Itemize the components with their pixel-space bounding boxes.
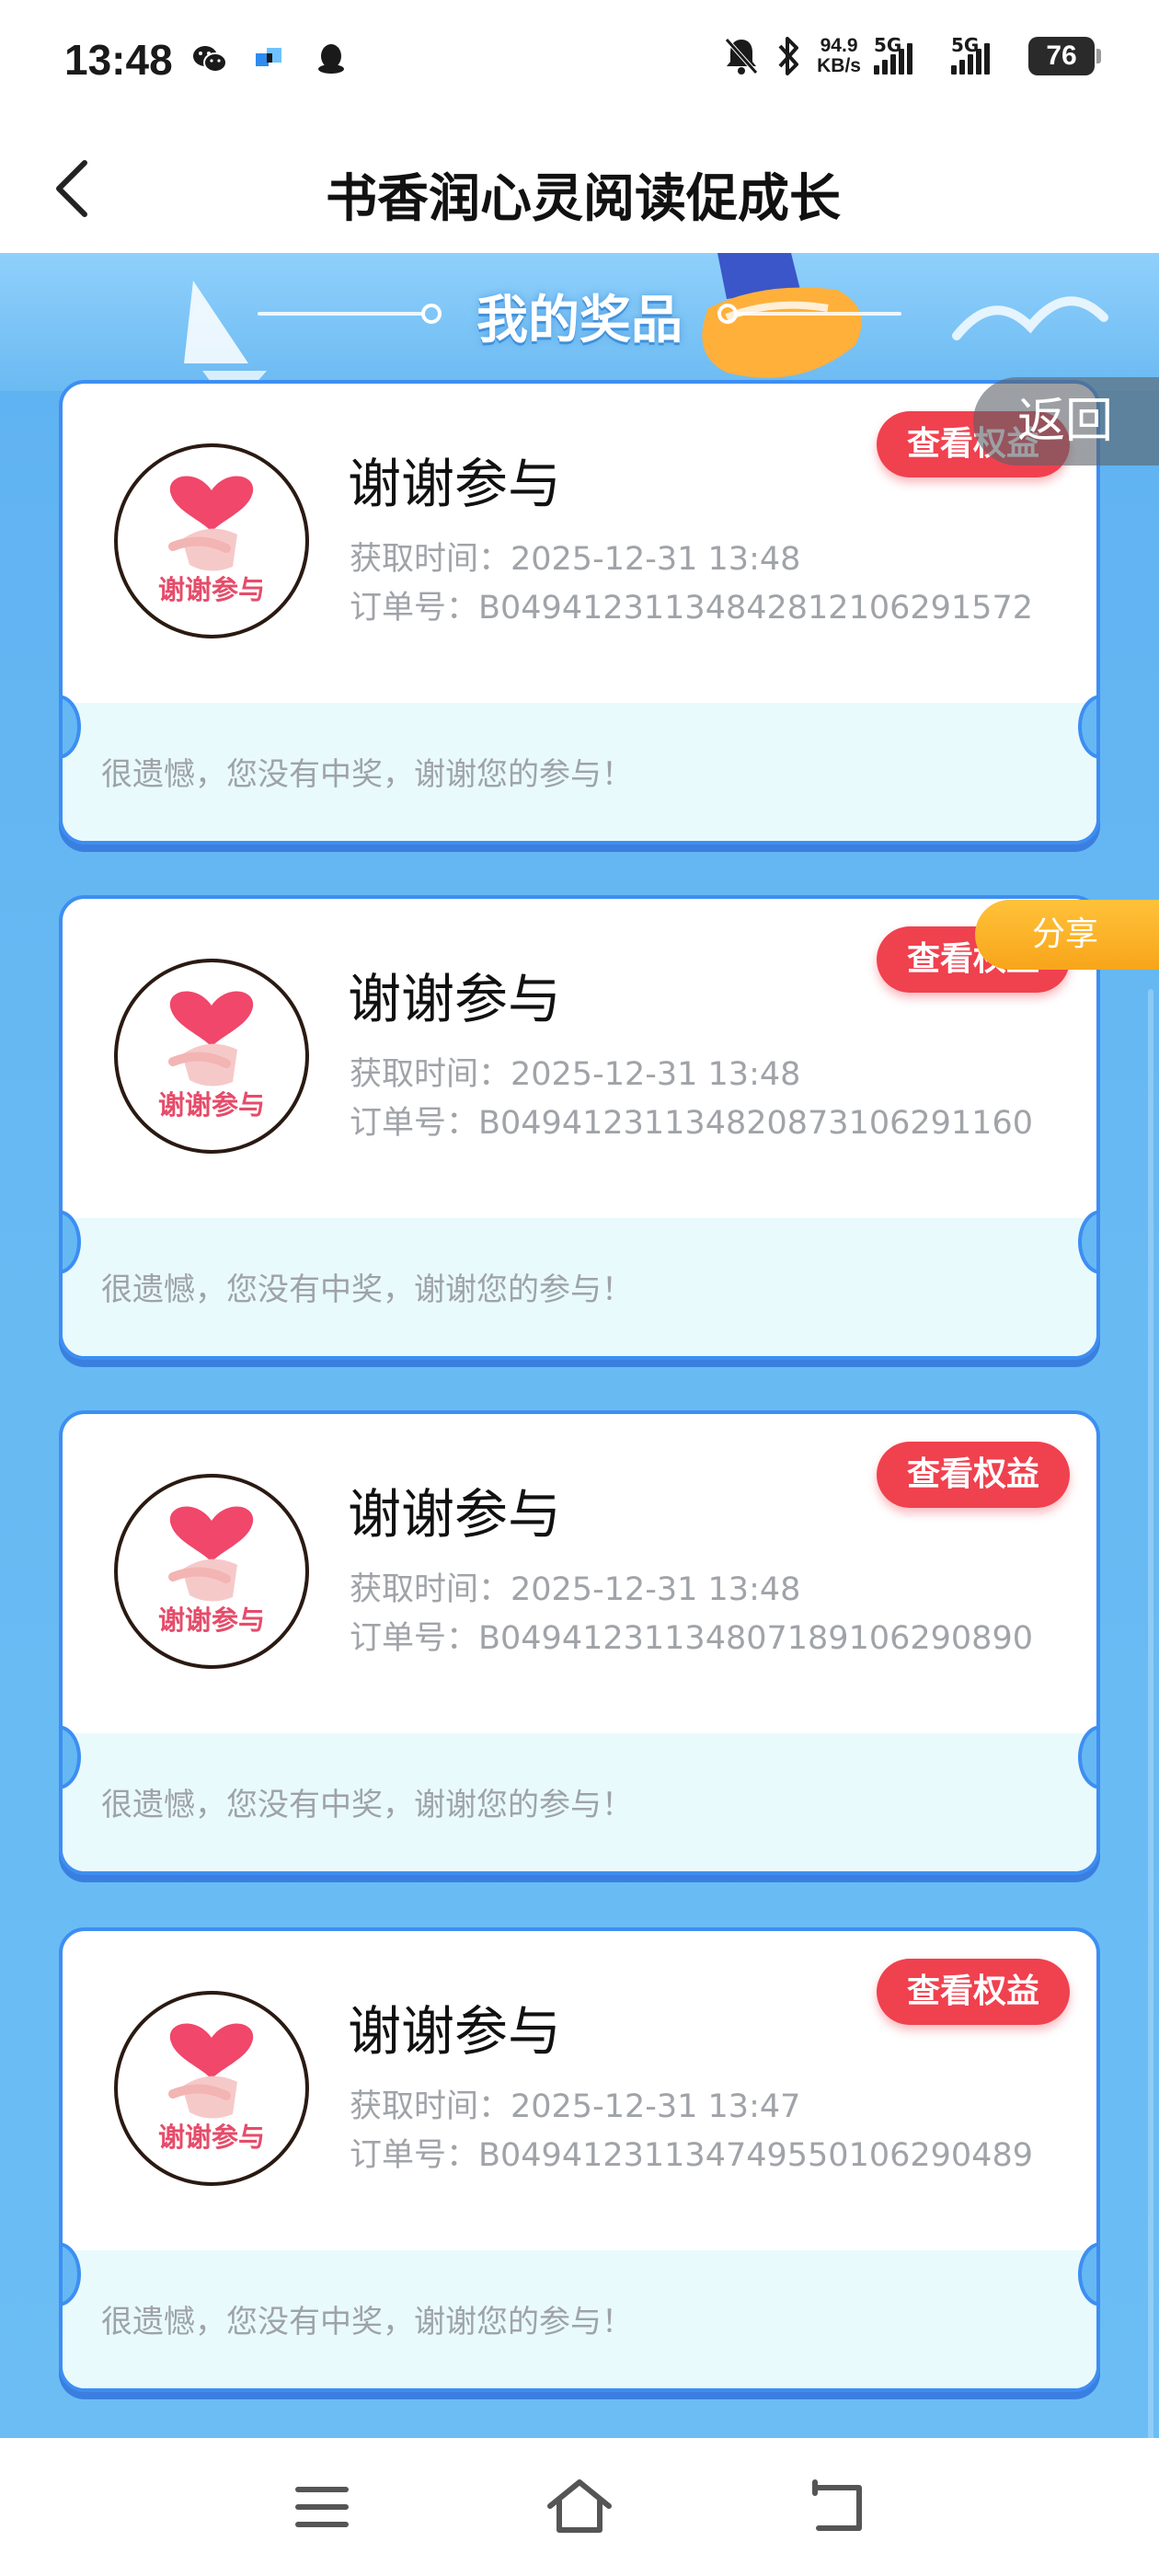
page-title: 书香润心灵阅读促成长 [326,169,841,229]
bluetooth-icon [778,37,799,75]
prize-avatar-label: 谢谢参与 [157,1089,265,1121]
prize-order-number: 订单号：B04941231134749550106290489 [350,2137,1033,2174]
battery-indicator: 76 [1028,37,1101,75]
prize-result-note: 很遗憾，您没有中奖，谢谢您的参与！ [101,2304,633,2340]
net-speed-unit: KB/s [817,55,861,76]
nav-back-button[interactable] [800,2475,874,2539]
prize-card: 谢谢参与 谢谢参与 获取时间：2025-12-31 13:48 订单号：B049… [59,380,1100,845]
prize-card: 谢谢参与 谢谢参与 获取时间：2025-12-31 13:48 订单号：B049… [59,895,1100,1360]
card-footer: 很遗憾，您没有中奖，谢谢您的参与！ [63,1733,1096,1871]
sim1-label: 5G [874,34,902,56]
prize-avatar-label: 谢谢参与 [157,574,265,605]
prize-name: 谢谢参与 [348,2000,562,2063]
prize-avatar-label: 谢谢参与 [157,1604,265,1636]
prize-name: 谢谢参与 [348,453,562,515]
card-footer: 很遗憾，您没有中奖，谢谢您的参与！ [63,703,1096,841]
status-app-icons [191,40,350,77]
qq-icon [318,44,344,74]
sim2-label: 5G [951,34,980,56]
prize-name: 谢谢参与 [348,968,562,1030]
float-share-button[interactable]: 分享 [975,900,1159,970]
signal-sim2-icon: 5G [951,34,1016,75]
prize-card: 谢谢参与 谢谢参与 获取时间：2025-12-31 13:48 订单号：B049… [59,1410,1100,1875]
view-rights-button[interactable]: 查看权益 [877,1442,1070,1508]
prize-result-note: 很遗憾，您没有中奖，谢谢您的参与！ [101,1787,633,1823]
app-square-icon [256,48,281,66]
home-icon [547,2479,612,2533]
prize-banner: 我的奖品 [0,253,1159,391]
net-speed: 94.9 KB/s [817,36,861,76]
status-bar: 13:48 94.9 KB/s 5G 5G 76 [0,0,1159,124]
wechat-icon [193,46,227,73]
prize-order-number: 订单号：B04941231134842812106291572 [350,590,1033,627]
banner-title: 我的奖品 [476,291,683,351]
prize-avatar-label: 谢谢参与 [157,2122,265,2153]
scrollbar[interactable] [1148,989,1153,2438]
prize-avatar: 谢谢参与 [114,959,309,1154]
system-nav-bar [0,2438,1159,2576]
prize-name: 谢谢参与 [348,1483,562,1546]
prize-order-number: 订单号：B04941231134807189106290890 [350,1620,1033,1657]
view-rights-button[interactable]: 查看权益 [877,1959,1070,2025]
prize-time: 获取时间：2025-12-31 13:48 [350,1571,801,1608]
prize-result-note: 很遗憾，您没有中奖，谢谢您的参与！ [101,756,633,793]
back-icon [812,2479,862,2531]
card-footer: 很遗憾，您没有中奖，谢谢您的参与！ [63,2250,1096,2388]
nav-menu-button[interactable] [285,2475,359,2539]
prize-time: 获取时间：2025-12-31 13:47 [350,2088,801,2125]
prize-time: 获取时间：2025-12-31 13:48 [350,1056,801,1093]
prize-avatar: 谢谢参与 [114,1474,309,1669]
header: 书香润心灵阅读促成长 [0,124,1159,253]
status-right: 94.9 KB/s 5G 5G 76 [723,34,1101,77]
float-return-button[interactable]: 返回 [973,377,1159,466]
prize-card: 谢谢参与 谢谢参与 获取时间：2025-12-31 13:47 订单号：B049… [59,1927,1100,2392]
prize-result-note: 很遗憾，您没有中奖，谢谢您的参与！ [101,1271,633,1308]
card-footer: 很遗憾，您没有中奖，谢谢您的参与！ [63,1218,1096,1356]
prize-avatar: 谢谢参与 [114,1991,309,2186]
nav-home-button[interactable] [543,2475,616,2539]
signal-sim1-icon: 5G [874,34,938,75]
menu-icon [295,2487,349,2527]
prize-time: 获取时间：2025-12-31 13:48 [350,541,801,578]
prize-order-number: 订单号：B04941231134820873106291160 [350,1105,1033,1142]
main-content[interactable]: 我的奖品 谢谢参与 谢谢参与 获取时间：2025-12-31 13:48 订单号… [0,253,1159,2438]
net-speed-value: 94.9 [820,35,858,56]
bell-mute-icon [725,38,759,75]
status-time: 13:48 [64,36,173,84]
prize-avatar: 谢谢参与 [114,443,309,638]
